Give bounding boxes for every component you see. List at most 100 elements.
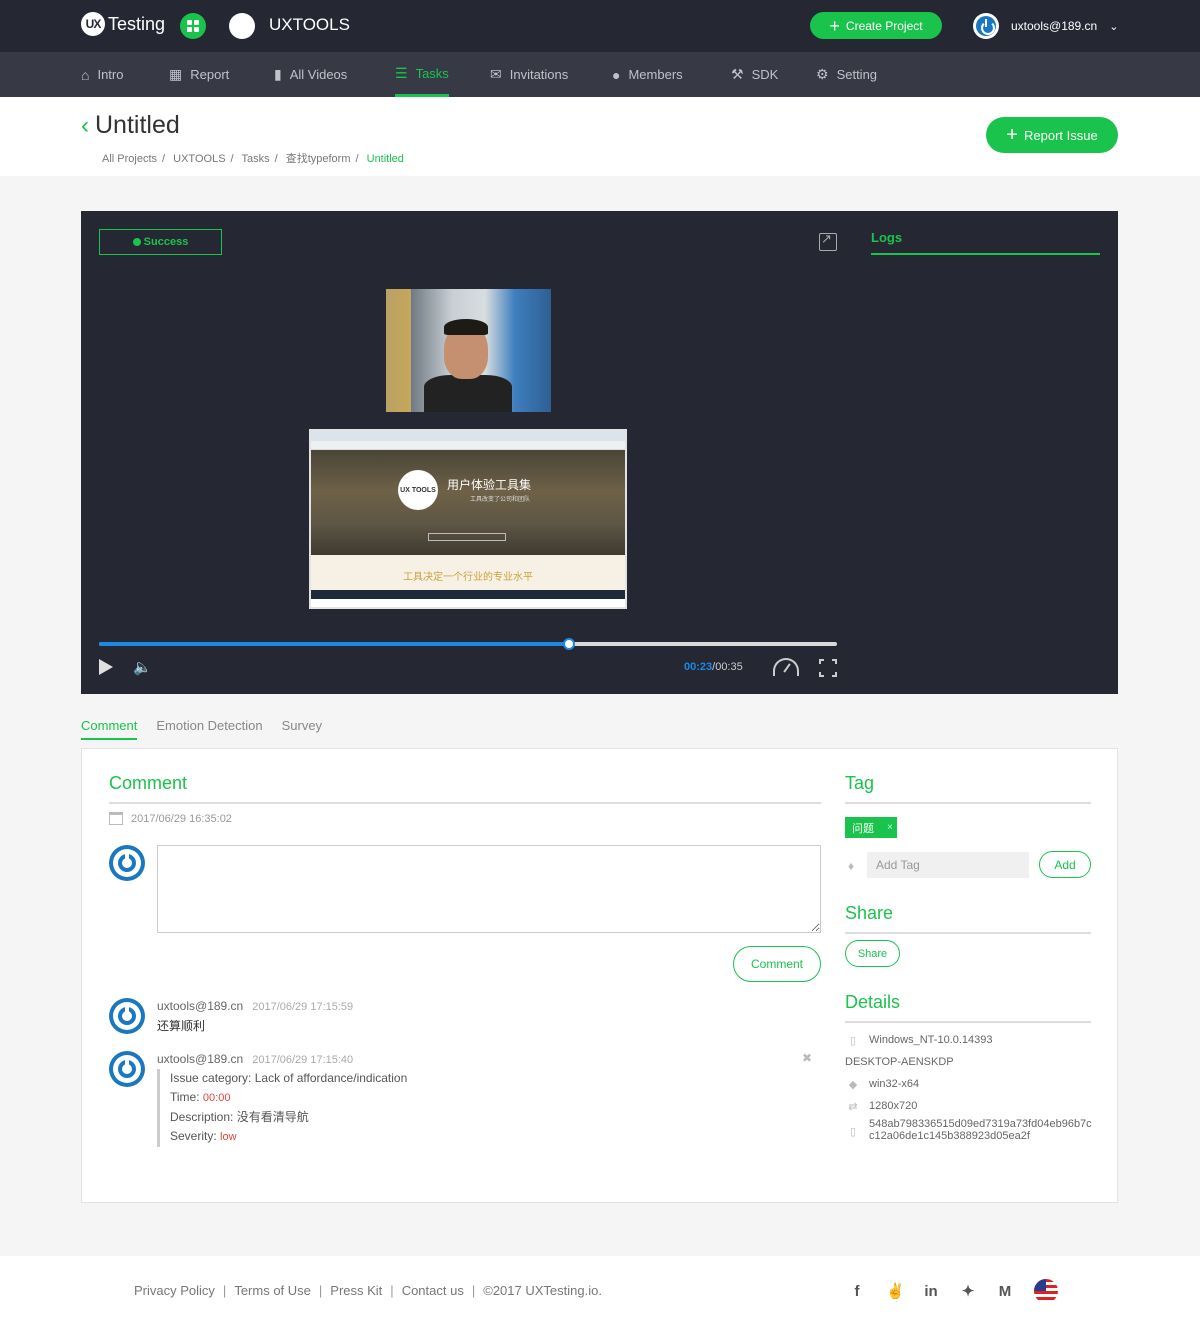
main-nav: ⌂ Intro ▦ Report ▮ All Videos ☰ Tasks ✉ Invit… [0,52,1200,97]
add-tag-button[interactable]: Add [1039,851,1091,878]
comment-timestamp: 2017/06/29 17:15:40 [252,1054,354,1066]
report-issue-label: Report Issue [1023,127,1098,143]
footer-copyright: ©2017 UXTesting.io. [483,1283,602,1298]
logs-tab[interactable]: Logs [871,230,1100,255]
twitter-icon[interactable]: ✦ [960,1282,976,1300]
us-flag-icon[interactable] [1034,1279,1058,1303]
nav-item-sdk[interactable]: ⚒ SDK [731,52,778,97]
project-name[interactable]: UXTOOLS [269,15,350,35]
issue-description: Description: 没有看清导航 [170,1110,309,1124]
nav-item-all-videos[interactable]: ▮ All Videos [274,52,347,97]
tag-chip-label: 问题 [852,822,874,835]
nav-label: SDK [751,67,779,82]
comment-author-email: uxtools@189.cn [157,1052,244,1066]
issue-details: Issue category: Lack of affordance/indic… [157,1069,407,1147]
video-player: Success Logs UX TOOLS 用户体验工具集 工具改变了公司和团队… [81,211,1118,694]
breadcrumb-current: Untitled [366,153,404,165]
tab-comment[interactable]: Comment [81,718,138,740]
breadcrumb-item[interactable]: All Projects [102,153,157,165]
share-button[interactable]: Share [845,940,900,967]
time-display: 00:23/00:35 [684,661,743,673]
share-heading: Share [845,903,1091,934]
nav-item-setting[interactable]: ⚙ Setting [816,52,877,97]
footer-links: Privacy Policy | Terms of Use | Press Kit |… [134,1283,602,1298]
webcam-video [386,289,551,412]
calendar-icon [109,812,123,825]
page-title: ‹ Untitled [81,111,180,140]
gear-icon: ⚙ [816,66,829,82]
tab-survey[interactable]: Survey [282,718,322,740]
project-avatar[interactable] [229,13,255,39]
footer-link-terms[interactable]: Terms of Use [234,1283,311,1298]
nav-item-tasks[interactable]: ☰ Tasks [395,52,449,97]
page-header: ‹ Untitled All Projects / UXTOOLS / Tasks / … [0,97,1200,176]
add-tag-input[interactable]: Add Tag [867,852,1029,878]
nav-item-report[interactable]: ▦ Report [169,52,229,97]
footer-link-contact[interactable]: Contact us [402,1283,464,1298]
play-icon[interactable] [99,659,113,675]
user-email: uxtools@189.cn [1011,19,1098,33]
nav-label: Tasks [415,65,449,81]
progress-fill [99,642,570,646]
android-icon: ◆ [848,1079,858,1091]
chevron-down-icon: ⌄ [1109,20,1119,33]
detail-host: DESKTOP-AENSKDP [845,1056,954,1068]
nav-item-members[interactable]: ● Members [612,52,683,97]
comment-timestamp: 2017/06/29 17:15:59 [252,1001,354,1013]
linkedin-icon[interactable]: in [923,1283,939,1300]
issue-severity: Severity: low [170,1129,237,1143]
angellist-icon[interactable]: ✌ [886,1282,905,1300]
comment-submit-button[interactable]: Comment [733,946,821,982]
nav-label: Report [190,67,230,82]
issue-time: Time: 00:00 [170,1090,231,1104]
nav-item-invitations[interactable]: ✉ Invitations [490,52,568,97]
create-project-label: Create Project [845,18,923,33]
monitor-icon: ▯ [849,1035,857,1047]
retweet-icon: ⇄ [848,1101,858,1113]
tag-chip[interactable]: 问题 × [845,817,897,838]
back-arrow-icon[interactable]: ‹ [81,112,89,139]
progress-handle[interactable] [563,638,576,650]
detail-resolution: ⇄ 1280x720 [845,1100,917,1113]
fullscreen-icon[interactable] [817,657,839,679]
comment-date-text: 2017/06/29 16:35:02 [131,812,232,825]
apps-grid-icon[interactable] [180,13,206,39]
nav-label: Intro [97,67,124,82]
breadcrumb-item[interactable]: 查找typeform [286,153,351,165]
list-icon: ☰ [395,64,408,81]
avatar [109,845,145,881]
speed-icon[interactable] [773,658,799,676]
tag-icon: ♦ [848,859,855,873]
status-label: Success [143,236,189,248]
close-icon[interactable]: ✖ [802,1051,812,1065]
breadcrumb-item[interactable]: Tasks [241,153,269,165]
logo-badge: UX [81,12,105,36]
close-icon[interactable]: × [887,822,893,833]
breadcrumb-item[interactable]: UXTOOLS [173,153,225,165]
comment-author: uxtools@189.cn 2017/06/29 17:15:59 [157,999,353,1013]
expand-icon[interactable] [819,231,837,251]
avatar [109,1051,145,1087]
medium-icon[interactable]: M [997,1283,1013,1300]
footer-link-press[interactable]: Press Kit [330,1283,382,1298]
nav-item-intro[interactable]: ⌂ Intro [81,52,123,97]
tab-emotion-detection[interactable]: Emotion Detection [156,718,262,740]
create-project-button[interactable]: + Create Project [810,12,942,39]
screen-slogan: 工具决定一个行业的专业水平 [403,572,533,583]
screen-subtitle: 工具改变了公司和团队 [470,497,531,503]
current-time: 00:23 [684,661,713,673]
facebook-icon[interactable]: f [849,1283,865,1300]
top-bar: UX Testing UXTOOLS + Create Project uxto… [0,0,1200,52]
footer-link-privacy[interactable]: Privacy Policy [134,1283,215,1298]
avatar [109,998,145,1034]
comment-author-email: uxtools@189.cn [157,999,244,1013]
comment-panel: Comment 2017/06/29 16:35:02 Comment uxto… [81,748,1118,1203]
logo[interactable]: UX Testing [81,12,165,36]
volume-icon[interactable]: 🔈 [133,658,152,676]
duration: /00:35 [712,661,743,673]
progress-bar[interactable] [99,638,837,650]
comment-textarea[interactable] [157,845,821,933]
logo-text: Testing [108,13,166,34]
user-menu[interactable]: uxtools@189.cn ⌄ [973,13,1118,39]
report-issue-button[interactable]: + Report Issue [986,117,1118,153]
